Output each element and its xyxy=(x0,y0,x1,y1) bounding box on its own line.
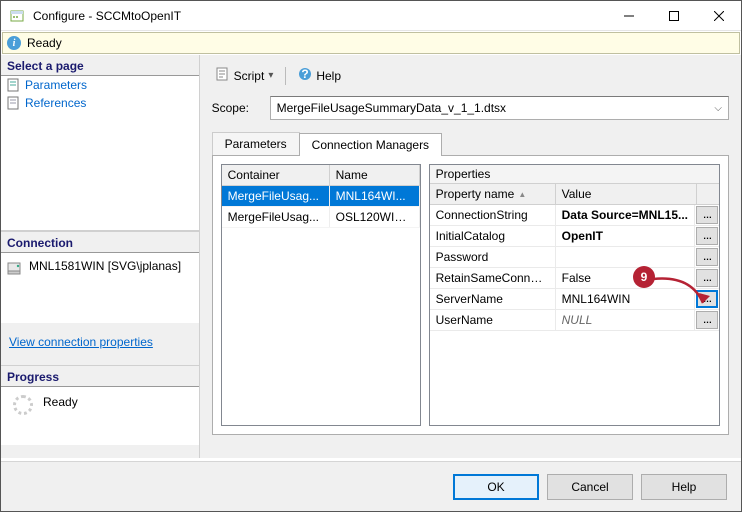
prop-row-password[interactable]: Password … xyxy=(430,247,719,268)
progress-header: Progress xyxy=(1,366,199,387)
connection-list: MNL1581WIN [SVG\jplanas] xyxy=(1,253,199,323)
col-header-value[interactable]: Value xyxy=(556,184,697,204)
parameters-icon xyxy=(7,78,21,92)
col-header-name[interactable]: Name xyxy=(330,165,420,186)
script-button[interactable]: Script ▾ xyxy=(212,65,278,86)
chevron-down-icon: ⌵ xyxy=(714,103,722,114)
prop-name: ServerName xyxy=(430,289,556,309)
page-item-parameters[interactable]: Parameters xyxy=(1,76,199,94)
page-list: Parameters References xyxy=(1,76,199,231)
prop-value: Data Source=MNL15... xyxy=(556,205,695,225)
info-icon: i xyxy=(7,36,21,50)
view-connection-properties-link[interactable]: View connection properties xyxy=(9,335,153,349)
prop-value: False xyxy=(556,268,695,288)
cell-name: MNL164WI... xyxy=(330,186,420,206)
col-header-container[interactable]: Container xyxy=(222,165,330,186)
help-button[interactable]: Help xyxy=(641,474,727,500)
prop-row-username[interactable]: UserName NULL … xyxy=(430,310,719,331)
progress-text: Ready xyxy=(43,395,78,409)
tabs: Parameters Connection Managers xyxy=(212,132,729,155)
ellipsis-button[interactable]: … xyxy=(696,269,718,287)
connection-section: Connection MNL1581WIN [SVG\jplanas] View… xyxy=(1,231,199,365)
tab-connection-managers[interactable]: Connection Managers xyxy=(299,133,442,156)
server-icon xyxy=(7,260,23,276)
sort-asc-icon: ▲ xyxy=(518,190,526,199)
prop-name: RetainSameConnec... xyxy=(430,268,556,288)
cell-name: OSL120WIN.... xyxy=(330,207,420,227)
chevron-down-icon: ▾ xyxy=(268,70,273,81)
prop-row-connectionstring[interactable]: ConnectionString Data Source=MNL15... … xyxy=(430,205,719,226)
connection-value: MNL1581WIN [SVG\jplanas] xyxy=(29,259,181,273)
prop-row-retainsameconnection[interactable]: RetainSameConnec... False … xyxy=(430,268,719,289)
page-label: References xyxy=(25,96,86,110)
window-title: Configure - SCCMtoOpenIT xyxy=(33,9,606,23)
bottom-bar: OK Cancel Help xyxy=(1,461,741,511)
ellipsis-button[interactable]: … xyxy=(696,227,718,245)
scope-row: Scope: MergeFileUsageSummaryData_v_1_1.d… xyxy=(212,96,729,120)
cell-container: MergeFileUsag... xyxy=(222,207,330,227)
prop-value: MNL164WIN xyxy=(556,289,695,309)
status-bar: i Ready xyxy=(2,32,740,54)
ok-button[interactable]: OK xyxy=(453,474,539,500)
left-panel: Select a page Parameters References Conn… xyxy=(1,55,200,458)
link-box: View connection properties xyxy=(1,323,199,365)
references-icon xyxy=(7,96,21,110)
callout-badge: 9 xyxy=(633,266,655,288)
prop-name: ConnectionString xyxy=(430,205,556,225)
help-label: Help xyxy=(316,69,341,83)
conn-row[interactable]: MergeFileUsag... MNL164WI... xyxy=(222,186,420,207)
app-icon xyxy=(9,8,25,24)
progress-spinner-icon xyxy=(13,395,33,415)
scope-select[interactable]: MergeFileUsageSummaryData_v_1_1.dtsx ⌵ xyxy=(270,96,729,120)
cell-container: MergeFileUsag... xyxy=(222,186,330,206)
prop-name: Password xyxy=(430,247,556,267)
pages-header: Select a page xyxy=(1,55,199,76)
properties-title: Properties xyxy=(430,165,719,183)
page-label: Parameters xyxy=(25,78,87,92)
prop-row-servername[interactable]: ServerName MNL164WIN … xyxy=(430,289,719,310)
minimize-button[interactable] xyxy=(606,1,651,30)
conn-row[interactable]: MergeFileUsag... OSL120WIN.... xyxy=(222,207,420,228)
ellipsis-button[interactable]: … xyxy=(696,248,718,266)
ellipsis-button[interactable]: … xyxy=(696,290,718,308)
cancel-button[interactable]: Cancel xyxy=(547,474,633,500)
scope-label: Scope: xyxy=(212,101,270,115)
page-item-references[interactable]: References xyxy=(1,94,199,112)
scope-value: MergeFileUsageSummaryData_v_1_1.dtsx xyxy=(277,101,506,115)
help-button[interactable]: ? Help xyxy=(294,65,345,86)
titlebar: Configure - SCCMtoOpenIT xyxy=(1,1,741,31)
progress-section: Progress Ready xyxy=(1,365,199,445)
status-text: Ready xyxy=(27,36,62,50)
prop-name: UserName xyxy=(430,310,556,330)
script-icon xyxy=(216,67,230,84)
col-header-property-name[interactable]: Property name ▲ xyxy=(430,184,556,204)
tab-content: Container Name MergeFileUsag... MNL164WI… xyxy=(212,155,729,435)
col-header-action xyxy=(697,184,719,204)
properties-grid: Properties Property name ▲ Value Connect… xyxy=(429,164,720,426)
right-panel: Script ▾ ? Help Scope: MergeFileUsageSum… xyxy=(200,55,741,458)
svg-text:?: ? xyxy=(302,67,309,81)
prop-value: OpenIT xyxy=(556,226,695,246)
toolbar-separator xyxy=(285,67,286,85)
prop-name: InitialCatalog xyxy=(430,226,556,246)
script-label: Script xyxy=(234,69,265,83)
help-icon: ? xyxy=(298,67,312,84)
close-button[interactable] xyxy=(696,1,741,30)
toolbar: Script ▾ ? Help xyxy=(212,63,729,96)
prop-value: NULL xyxy=(556,310,695,330)
maximize-button[interactable] xyxy=(651,1,696,30)
connection-grid: Container Name MergeFileUsag... MNL164WI… xyxy=(221,164,421,426)
prop-row-initialcatalog[interactable]: InitialCatalog OpenIT … xyxy=(430,226,719,247)
connection-header: Connection xyxy=(1,232,199,253)
tab-parameters[interactable]: Parameters xyxy=(212,132,300,155)
ellipsis-button[interactable]: … xyxy=(696,311,718,329)
ellipsis-button[interactable]: … xyxy=(696,206,718,224)
prop-value xyxy=(556,247,695,267)
